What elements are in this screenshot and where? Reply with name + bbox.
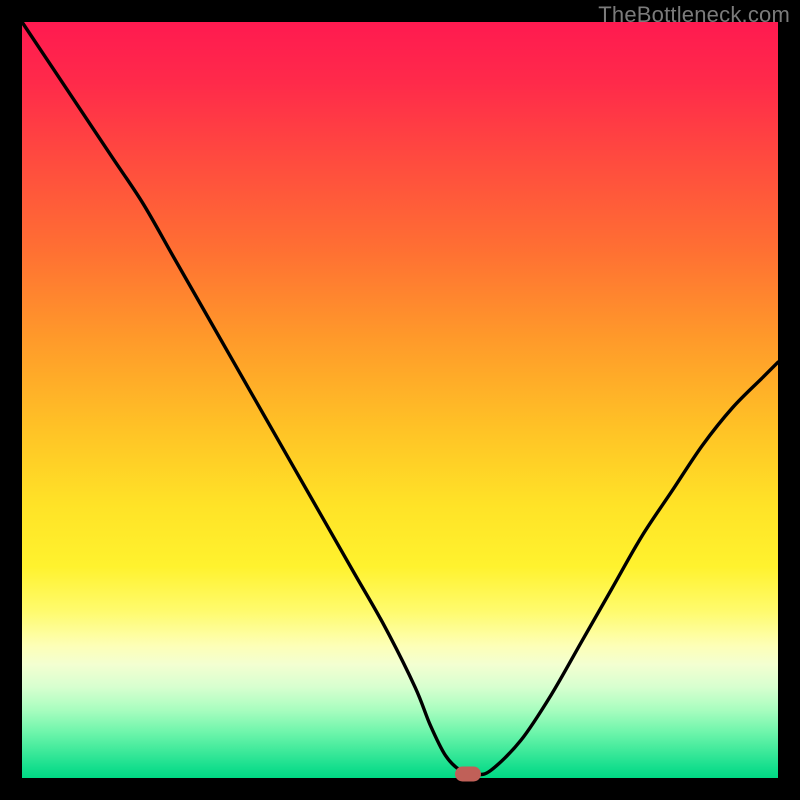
bottleneck-curve bbox=[22, 22, 778, 775]
curve-svg bbox=[22, 22, 778, 778]
optimal-marker bbox=[455, 767, 481, 782]
plot-area bbox=[22, 22, 778, 778]
chart-frame: TheBottleneck.com bbox=[0, 0, 800, 800]
